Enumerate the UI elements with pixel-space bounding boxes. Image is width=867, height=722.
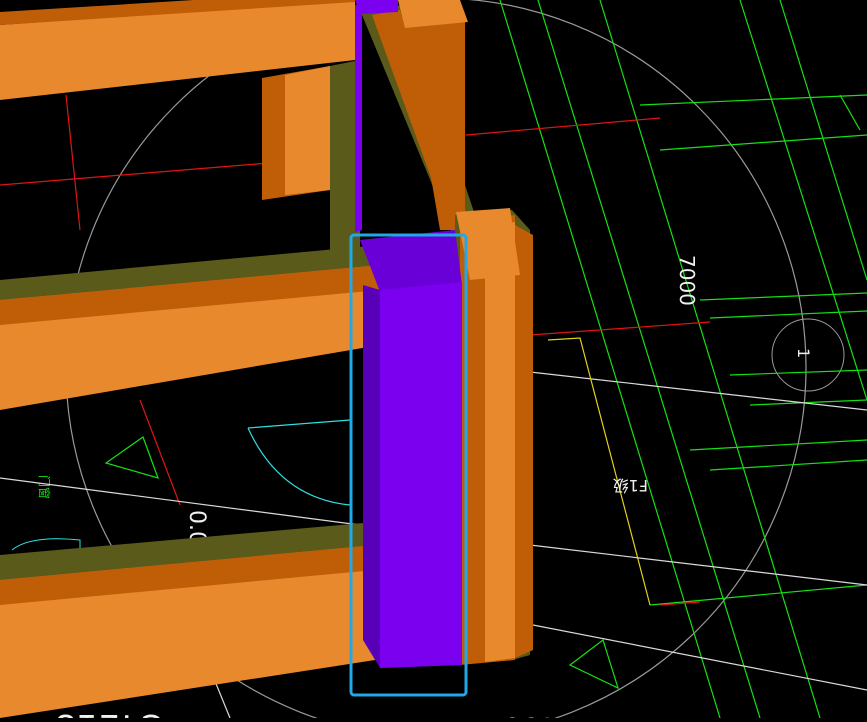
- beam-diagonal-top[interactable]: [355, 0, 480, 240]
- beam-upper-vertical[interactable]: [262, 60, 360, 250]
- bottom-label-value: 400: [503, 710, 560, 718]
- annotation-label: F1级: [613, 476, 648, 495]
- axis-marker-label: 1: [794, 348, 813, 358]
- scene-canvas[interactable]: 门窗 7000 F1级 1 0.0 C4218: [0, 0, 867, 722]
- dimension-label-7000: 7000: [675, 255, 699, 306]
- beam-middle[interactable]: [0, 245, 380, 410]
- cad-3d-viewport[interactable]: 门窗 7000 F1级 1 0.0 C4218: [0, 0, 867, 722]
- beam-bottom[interactable]: [0, 522, 375, 718]
- bottom-label-code: C4218: [55, 706, 165, 718]
- label-small: 门窗: [37, 475, 52, 499]
